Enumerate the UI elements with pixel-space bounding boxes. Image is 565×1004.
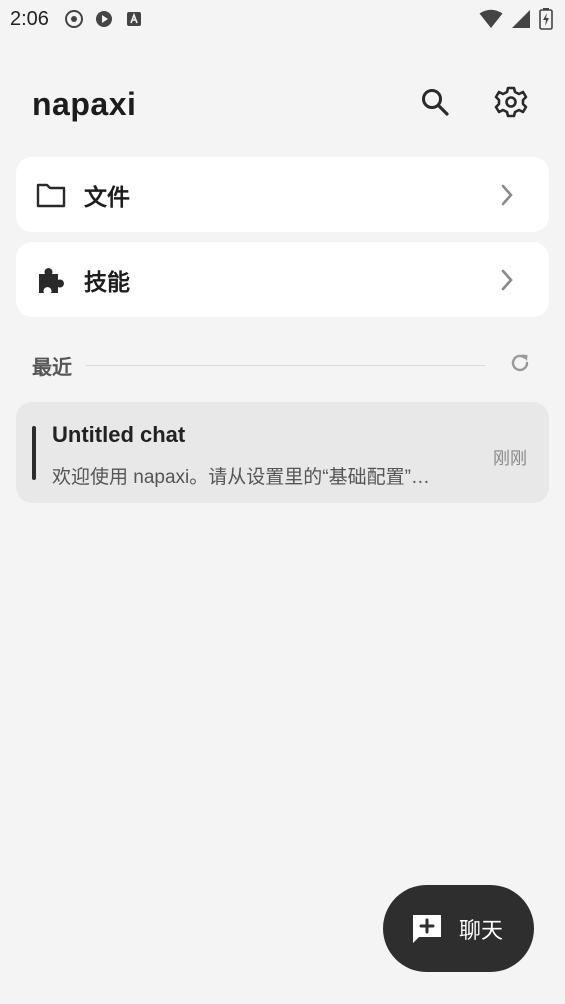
new-chat-label: 聊天 [459, 917, 504, 943]
wifi-icon [479, 9, 503, 34]
chat-title: Untitled chat [52, 422, 186, 447]
recent-label: 最近 [32, 356, 72, 379]
search-icon [420, 87, 450, 122]
status-right-icons [479, 8, 553, 35]
chevron-right-icon [495, 183, 519, 207]
play-circle-icon [95, 10, 113, 28]
music-disc-icon [64, 10, 83, 28]
files-card-label: 文件 [84, 183, 130, 210]
skills-card[interactable]: 技能 [16, 242, 549, 317]
gear-icon [494, 85, 528, 124]
puzzle-icon [36, 265, 66, 295]
chevron-right-icon [495, 268, 519, 292]
app-title: napaxi [32, 85, 137, 122]
a-letter-icon [125, 10, 143, 28]
chat-list-item[interactable]: Untitled chat 欢迎使用 napaxi。请从设置里的“基础配置”… … [16, 402, 549, 503]
files-card[interactable]: 文件 [16, 157, 549, 232]
folder-icon [36, 180, 66, 210]
refresh-icon [508, 351, 532, 380]
active-indicator [32, 426, 36, 480]
header-actions [413, 82, 533, 126]
status-time: 2:06 [10, 7, 49, 30]
app-header: napaxi [32, 80, 533, 128]
refresh-button[interactable] [505, 350, 535, 380]
recent-section-header: 最近 [32, 350, 535, 380]
battery-charging-icon [539, 8, 553, 35]
add-comment-icon [411, 913, 443, 945]
skills-card-label: 技能 [84, 268, 130, 295]
section-divider [86, 364, 485, 366]
new-chat-button[interactable]: 聊天 [383, 885, 534, 972]
chat-preview: 欢迎使用 napaxi。请从设置里的“基础配置”… [52, 467, 430, 488]
chat-time: 刚刚 [493, 449, 527, 468]
search-button[interactable] [413, 82, 457, 126]
status-bar: 2:06 [0, 0, 565, 38]
signal-icon [511, 9, 531, 34]
settings-button[interactable] [489, 82, 533, 126]
